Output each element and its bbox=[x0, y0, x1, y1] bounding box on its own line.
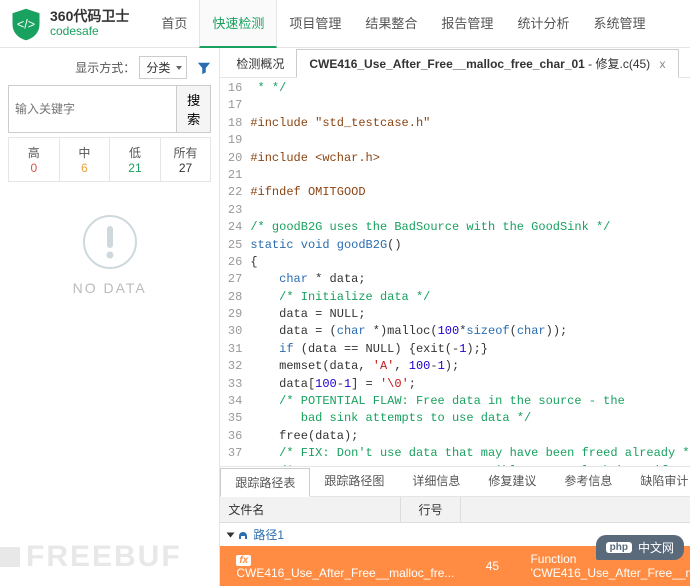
nav-report[interactable]: 报告管理 bbox=[429, 0, 505, 48]
btab-suggest[interactable]: 修复建议 bbox=[474, 467, 550, 496]
btab-audit[interactable]: 缺陷审计 bbox=[626, 467, 690, 496]
btab-detail[interactable]: 详细信息 bbox=[398, 467, 474, 496]
search-button[interactable]: 搜索 bbox=[177, 85, 211, 133]
btab-path-graph[interactable]: 跟踪路径图 bbox=[310, 467, 398, 496]
tab-file[interactable]: CWE416_Use_After_Free__malloc_free_char_… bbox=[296, 49, 678, 78]
display-mode-select[interactable]: 分类 bbox=[139, 56, 187, 79]
tab-overview[interactable]: 检测概况 bbox=[224, 50, 296, 77]
count-medium[interactable]: 中6 bbox=[60, 138, 111, 181]
btab-path-table[interactable]: 跟踪路径表 bbox=[220, 468, 310, 497]
col-line: 行号 bbox=[401, 497, 461, 522]
bottom-panel: 跟踪路径表 跟踪路径图 详细信息 修复建议 参考信息 缺陷审计 文件名 行号 路… bbox=[220, 466, 690, 586]
file-tabs: 检测概况 CWE416_Use_After_Free__malloc_free_… bbox=[220, 48, 690, 78]
main-nav: 首页 快速检测 项目管理 结果整合 报告管理 统计分析 系统管理 bbox=[149, 0, 657, 48]
brand-en: codesafe bbox=[50, 25, 129, 38]
severity-counts: 高0 中6 低21 所有27 bbox=[8, 137, 211, 182]
count-high[interactable]: 高0 bbox=[9, 138, 60, 181]
search-input[interactable] bbox=[8, 85, 177, 133]
path-label: 路径1 bbox=[253, 526, 284, 543]
top-bar: </> 360代码卫士 codesafe 首页 快速检测 项目管理 结果整合 报… bbox=[0, 0, 690, 48]
nav-quick-scan[interactable]: 快速检测 bbox=[199, 0, 277, 48]
filter-icon[interactable] bbox=[197, 61, 211, 75]
fx-badge-icon: fx bbox=[236, 555, 251, 566]
code-editor[interactable]: 16 * */1718#include "std_testcase.h"1920… bbox=[220, 78, 690, 466]
no-data-placeholder: NO DATA bbox=[8, 182, 211, 578]
count-low[interactable]: 低21 bbox=[110, 138, 161, 181]
path-table-header: 文件名 行号 bbox=[220, 497, 690, 523]
btab-ref[interactable]: 参考信息 bbox=[550, 467, 626, 496]
right-panel: 检测概况 CWE416_Use_After_Free__malloc_free_… bbox=[220, 48, 690, 586]
count-all[interactable]: 所有27 bbox=[161, 138, 211, 181]
left-panel: 显示方式： 分类 搜索 高0 中6 低21 所有27 NO DATA bbox=[0, 48, 220, 586]
col-rest bbox=[461, 497, 690, 522]
col-filename: 文件名 bbox=[220, 497, 401, 522]
footer-badge: php中文网 bbox=[596, 535, 684, 560]
no-data-text: NO DATA bbox=[73, 280, 147, 296]
nav-project[interactable]: 项目管理 bbox=[277, 0, 353, 48]
svg-text:</>: </> bbox=[17, 17, 35, 31]
shield-icon: </> bbox=[8, 6, 44, 42]
expand-icon bbox=[227, 532, 235, 537]
logo: </> 360代码卫士 codesafe bbox=[8, 6, 129, 42]
headphones-icon bbox=[237, 529, 249, 541]
brand-cn: 360代码卫士 bbox=[50, 9, 129, 24]
exclamation-icon bbox=[80, 212, 140, 272]
nav-home[interactable]: 首页 bbox=[149, 0, 199, 48]
display-mode-label: 显示方式： bbox=[75, 59, 135, 76]
nav-stats[interactable]: 统计分析 bbox=[505, 0, 581, 48]
tab-close-icon[interactable]: x bbox=[660, 57, 666, 71]
nav-result[interactable]: 结果整合 bbox=[353, 0, 429, 48]
nav-system[interactable]: 系统管理 bbox=[581, 0, 657, 48]
